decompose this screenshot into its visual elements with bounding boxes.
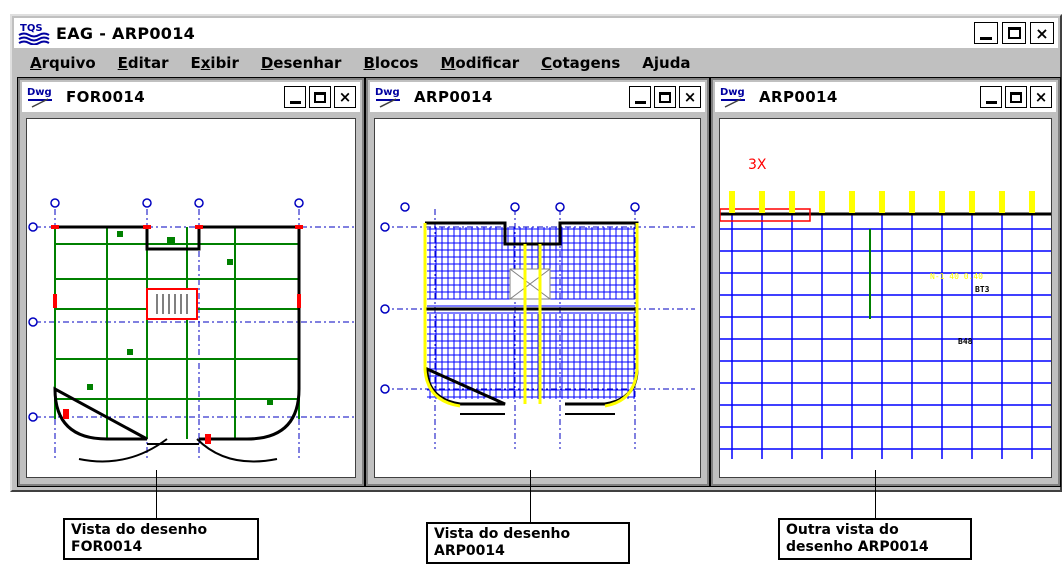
- drawing-window-controls: ×: [980, 86, 1052, 108]
- svg-text:Dwg: Dwg: [720, 87, 745, 98]
- drawing-scale-label: 3X: [748, 157, 767, 173]
- callout-line: [156, 470, 157, 520]
- menu-accel: B: [363, 54, 375, 72]
- close-icon: ×: [338, 88, 352, 106]
- drawing-window-arp0014-zoom[interactable]: Dwg ARP0014 × 3X N-1 40 0.40 BT3 B48: [710, 77, 1061, 487]
- drawing-window-name: ARP0014: [759, 88, 838, 106]
- close-icon: ×: [1035, 23, 1049, 43]
- menu-ajuda[interactable]: Ajuda: [642, 54, 690, 72]
- menu-label: ibir: [210, 54, 239, 72]
- maximize-icon: [314, 91, 326, 103]
- drawing-window-controls: ×: [629, 86, 701, 108]
- menu-label: odificar: [455, 54, 520, 72]
- close-button[interactable]: ×: [1030, 22, 1054, 44]
- callout-line-1: Vista do desenho: [71, 522, 208, 538]
- close-icon: ×: [683, 88, 697, 106]
- svg-text:Dwg: Dwg: [27, 87, 52, 98]
- menu-accel: M: [440, 54, 456, 72]
- drawing-window-name: FOR0014: [66, 88, 146, 106]
- callout-line: [530, 470, 531, 524]
- drawing-canvas[interactable]: 3X N-1 40 0.40 BT3 B48: [719, 118, 1052, 478]
- menu-modificar[interactable]: Modificar: [440, 54, 519, 72]
- close-icon: ×: [1034, 88, 1048, 106]
- maximize-button[interactable]: [654, 86, 676, 108]
- svg-text:Dwg: Dwg: [375, 87, 400, 98]
- menu-accel: C: [541, 54, 553, 72]
- menu-accel: E: [117, 54, 128, 72]
- menu-exibir[interactable]: Exibir: [190, 54, 238, 72]
- minimize-button[interactable]: [284, 86, 306, 108]
- callout-line-2: desenho ARP0014: [786, 539, 929, 555]
- drawing-canvas[interactable]: [26, 118, 356, 478]
- drawing-window-arp0014[interactable]: Dwg ARP0014 ×: [365, 77, 710, 487]
- drawing-window-title-bar[interactable]: Dwg FOR0014 ×: [22, 82, 360, 112]
- callout-arp0014: Vista do desenho ARP0014: [426, 522, 630, 564]
- menu-blocos[interactable]: Blocos: [363, 54, 418, 72]
- drawing-window-title-bar[interactable]: Dwg ARP0014 ×: [370, 82, 705, 112]
- minimize-icon: [980, 36, 992, 40]
- callout-arp0014-other: Outra vista do desenho ARP0014: [778, 518, 972, 560]
- menu-accel: x: [200, 54, 211, 72]
- callout-line-1: Vista do desenho: [434, 526, 571, 542]
- menu-accel: A: [30, 54, 42, 72]
- callout-for0014: Vista do desenho FOR0014: [63, 518, 259, 560]
- dwg-icon: Dwg: [720, 87, 745, 108]
- app-window: TQS EAG - ARP0014 × Arquivo Editar Exibi…: [10, 14, 1062, 492]
- menu-cotagens[interactable]: Cotagens: [541, 54, 620, 72]
- drawing-window-controls: ×: [284, 86, 356, 108]
- callout-line-2: ARP0014: [434, 543, 505, 559]
- menu-label: locos: [374, 54, 419, 72]
- maximize-icon: [1007, 27, 1021, 39]
- menu-label: esenhar: [273, 54, 342, 72]
- window-title: EAG - ARP0014: [56, 23, 196, 43]
- callout-line-1: Outra vista do: [786, 522, 899, 538]
- drawing-window-title-bar[interactable]: Dwg ARP0014 ×: [715, 82, 1056, 112]
- menu-label: rquivo: [41, 54, 96, 72]
- menu-arquivo[interactable]: Arquivo: [30, 54, 96, 72]
- reinforcement-plan-drawing: [380, 202, 695, 449]
- svg-text:TQS: TQS: [20, 23, 43, 34]
- maximize-icon: [659, 91, 671, 103]
- maximize-button[interactable]: [309, 86, 331, 108]
- minimize-icon: [289, 100, 301, 104]
- menu-label: E: [190, 54, 201, 72]
- dwg-icon: Dwg: [27, 87, 52, 108]
- minimize-icon: [985, 100, 997, 104]
- drawing-window-for0014[interactable]: Dwg FOR0014 ×: [17, 77, 365, 487]
- callout-line-2: FOR0014: [71, 539, 143, 555]
- drawing-window-name: ARP0014: [414, 88, 493, 106]
- maximize-icon: [1010, 91, 1022, 103]
- close-button[interactable]: ×: [334, 86, 356, 108]
- drawing-canvas[interactable]: [374, 118, 701, 478]
- minimize-button[interactable]: [980, 86, 1002, 108]
- maximize-button[interactable]: [1002, 22, 1026, 44]
- window-controls: ×: [974, 22, 1054, 44]
- tqs-logo-icon: TQS: [18, 21, 52, 45]
- zoomed-reinforcement-drawing: 3X N-1 40 0.40 BT3 B48: [720, 157, 1051, 459]
- title-bar[interactable]: TQS EAG - ARP0014 ×: [14, 18, 1058, 48]
- minimize-button[interactable]: [974, 22, 998, 44]
- dimension-label: N-1 40 0.40: [930, 272, 983, 281]
- minimize-button[interactable]: [629, 86, 651, 108]
- callout-line: [875, 470, 876, 520]
- menu-bar: Arquivo Editar Exibir Desenhar Blocos Mo…: [14, 50, 1058, 76]
- menu-accel: D: [260, 54, 274, 72]
- menu-desenhar[interactable]: Desenhar: [261, 54, 342, 72]
- menu-editar[interactable]: Editar: [118, 54, 169, 72]
- close-button[interactable]: ×: [1030, 86, 1052, 108]
- close-button[interactable]: ×: [679, 86, 701, 108]
- menu-label: otagens: [552, 54, 621, 72]
- floor-plan-drawing: [28, 198, 355, 463]
- menu-label: ditar: [127, 54, 169, 72]
- bar-label: B48: [958, 337, 973, 346]
- bar-label: BT3: [975, 285, 990, 294]
- dwg-icon: Dwg: [375, 87, 400, 108]
- maximize-button[interactable]: [1005, 86, 1027, 108]
- minimize-icon: [634, 100, 646, 104]
